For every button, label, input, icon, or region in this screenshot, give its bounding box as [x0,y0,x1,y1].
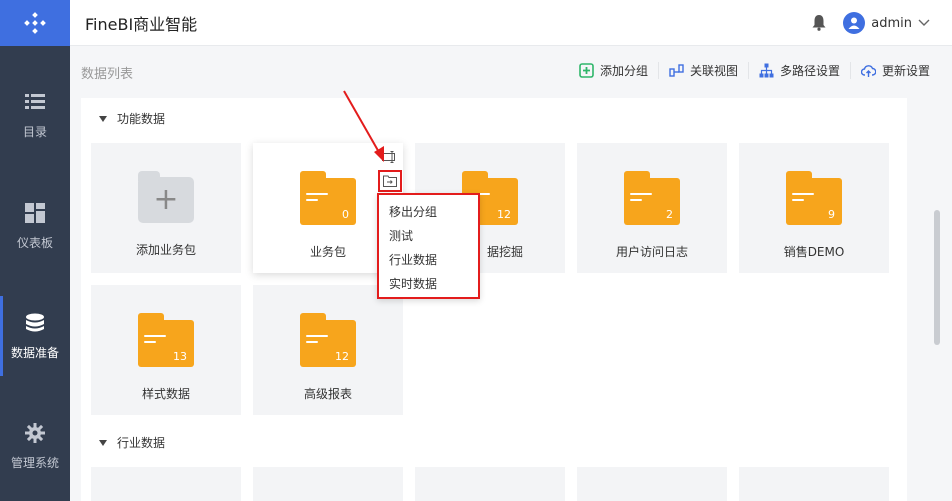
sidebar-item-label: 数据准备 [10,345,59,360]
sidebar-item-data-prep[interactable]: 数据准备 [0,296,70,376]
sidebar-item-label: 目录 [22,124,47,139]
sidebar-item-label: 仪表板 [16,235,53,250]
package-card[interactable]: 13 样式数据 [91,285,241,415]
sidebar-item-dashboard[interactable]: 仪表板 [0,186,70,266]
menu-item-test[interactable]: 测试 [379,224,478,248]
card-label: 销售DEMO [783,245,845,259]
scrollbar[interactable] [934,210,940,345]
add-group-button[interactable]: 添加分组 [569,62,658,79]
sidebar: 目录 仪表板 数据准备 管理系统 [0,0,70,501]
toolbar: 添加分组 关联视图 多路径设置 更新设置 [569,62,940,79]
username: admin [871,15,912,31]
card-label: 业务包 [309,245,346,259]
move-group-dropdown: 移出分组 测试 行业数据 实时数据 [377,193,480,299]
package-card[interactable] [739,467,889,501]
folder-icon: 2 [624,171,680,225]
collapse-triangle-icon [99,439,107,446]
add-folder-icon: + [138,171,194,223]
package-card[interactable]: 12 高级报表 [253,285,403,415]
top-header: FineBI商业智能 admin [70,0,952,46]
section-title: 行业数据 [117,436,166,450]
menu-item-move-out[interactable]: 移出分组 [379,200,478,224]
chevron-down-icon [918,19,930,26]
logo-icon [24,12,46,34]
folder-count: 13 [173,350,187,363]
sidebar-item-catalog[interactable]: 目录 [0,75,70,155]
card-label: 样式数据 [141,387,190,401]
sidebar-item-label: 管理系统 [10,455,59,470]
collapse-triangle-icon [99,115,107,122]
package-card[interactable] [415,467,565,501]
app-title: FineBI商业智能 [85,14,198,34]
card-label: 高级报表 [303,387,352,401]
folder-count: 0 [342,208,349,221]
relation-icon [669,64,684,77]
folder-icon: 12 [300,313,356,367]
app-logo[interactable] [0,0,70,46]
dashboard-icon [24,202,46,224]
multipath-button[interactable]: 多路径设置 [747,62,850,79]
add-package-card[interactable]: + 添加业务包 [91,143,241,273]
section-header-industry-data[interactable]: 行业数据 [99,434,165,451]
annotation-arrow [343,90,384,162]
database-icon [24,312,46,334]
breadcrumb: 数据列表 [81,67,134,82]
avatar [843,12,866,34]
relation-view-label: 关联视图 [689,64,738,78]
folder-count: 12 [335,350,349,363]
folder-icon: 0 [300,171,356,225]
cloud-upload-icon [860,65,876,77]
hierarchy-icon [759,63,774,78]
update-settings-label: 更新设置 [881,64,930,78]
card-label: 据挖掘 [486,245,523,259]
package-card[interactable] [253,467,403,501]
folder-count: 12 [497,208,511,221]
menu-item-industry-data[interactable]: 行业数据 [379,248,478,272]
add-group-icon [579,63,594,78]
folder-icon: 9 [786,171,842,225]
add-group-label: 添加分组 [599,64,648,78]
card-label: 添加业务包 [135,243,196,257]
folder-count: 2 [666,208,673,221]
package-card[interactable] [577,467,727,501]
folder-icon: 13 [138,313,194,367]
multipath-label: 多路径设置 [779,64,840,78]
folder-count: 9 [828,208,835,221]
update-settings-button[interactable]: 更新设置 [849,62,940,79]
card-label: 用户访问日志 [615,245,688,259]
sidebar-item-admin[interactable]: 管理系统 [0,406,70,486]
gear-icon [24,422,46,444]
menu-item-realtime-data[interactable]: 实时数据 [379,272,478,296]
bell-icon[interactable] [812,15,826,31]
section-header-function-data[interactable]: 功能数据 [99,110,165,127]
list-icon [24,91,46,113]
package-card[interactable]: 2 用户访问日志 [577,143,727,273]
move-group-icon[interactable] [378,170,402,192]
relation-view-button[interactable]: 关联视图 [657,62,748,79]
user-menu[interactable]: admin [843,12,930,34]
package-card[interactable]: 9 销售DEMO [739,143,889,273]
section-title: 功能数据 [117,112,166,126]
package-card[interactable] [91,467,241,501]
